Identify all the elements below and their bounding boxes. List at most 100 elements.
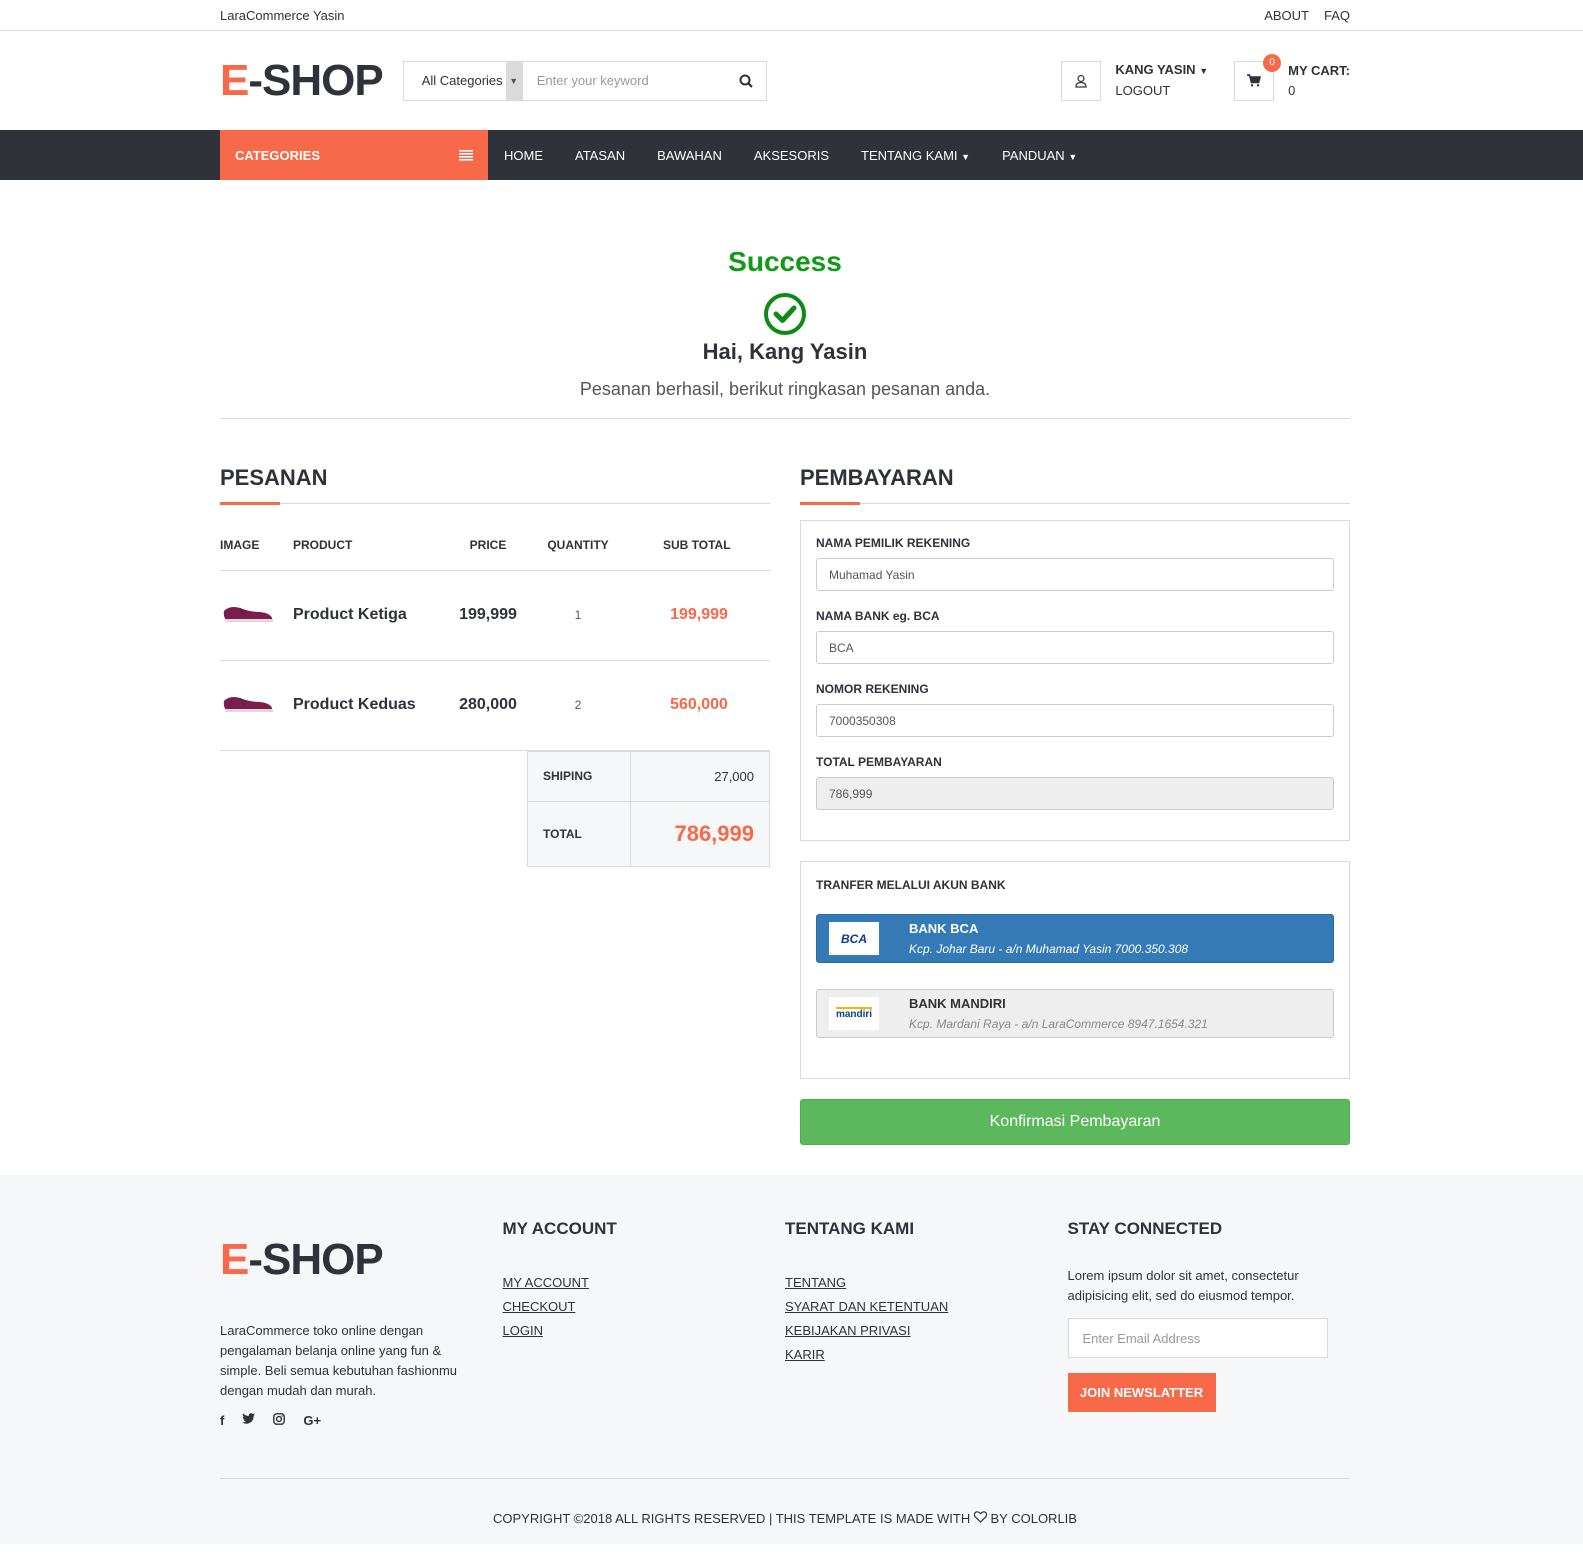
total-value: 786,999 — [674, 820, 754, 846]
social-links: f G+ — [220, 1413, 503, 1428]
search-input[interactable]: Enter your keyword — [521, 61, 726, 100]
search-button[interactable] — [726, 62, 766, 100]
bank-option-mandiri[interactable]: mandiri BANK MANDIRI Kcp. Mardani Raya -… — [816, 989, 1334, 1038]
newsletter-email-input[interactable]: Enter Email Address — [1067, 1318, 1328, 1358]
check-circle-icon — [764, 293, 806, 335]
product-image[interactable] — [220, 693, 274, 715]
copyright: COPYRIGHT ©2018 ALL RIGHTS RESERVED | TH… — [220, 1511, 1350, 1526]
header-right: KANG YASIN ▼ LOGOUT 0 MY CART: 0 — [1061, 53, 1350, 101]
logout-link[interactable]: LOGOUT — [1115, 81, 1208, 101]
bank-info: BANK MANDIRI Kcp. Mardani Raya - a/n Lar… — [909, 994, 1208, 1034]
account-dropdown[interactable]: KANG YASIN ▼ — [1115, 60, 1208, 81]
confirm-payment-button[interactable]: Konfirmasi Pembayaran — [800, 1099, 1350, 1145]
nav-tentang-kami[interactable]: TENTANG KAMI ▼ — [845, 148, 986, 163]
caret-down-icon: ▼ — [961, 151, 971, 162]
footer-stay-title: STAY CONNECTED — [1067, 1219, 1223, 1238]
nav-menu: HOME ATASAN BAWAHAN AKSESORIS TENTANG KA… — [488, 130, 1093, 180]
top-brand-text: LaraCommerce Yasin — [220, 7, 345, 23]
product-name[interactable]: Product Ketiga — [293, 570, 448, 661]
logo-rest: -SHOP — [248, 55, 383, 105]
search-icon — [739, 74, 753, 88]
footer-link-my-account[interactable]: MY ACCOUNT — [503, 1271, 786, 1295]
owner-label: NAMA PEMILIK REKENING — [816, 536, 971, 550]
nav-home[interactable]: HOME — [488, 148, 559, 163]
table-row: Product Keduas 280,000 2 560,000 — [220, 660, 770, 751]
account-number-field[interactable]: 7000350308 — [816, 704, 1334, 737]
footer-brand: E-SHOP LaraCommerce toko online dengan p… — [220, 1215, 503, 1428]
logo-rest: -SHOP — [248, 1235, 383, 1284]
twitter-icon[interactable] — [242, 1413, 256, 1424]
footer-description: LaraCommerce toko online dengan pengalam… — [220, 1323, 458, 1398]
categories-button[interactable]: CATEGORIES — [220, 130, 488, 180]
about-link[interactable]: ABOUT — [1264, 8, 1309, 23]
shipping-label: SHIPING — [528, 751, 631, 801]
search-bar: All Categories ▼ Enter your keyword — [402, 60, 767, 101]
footer-divider — [220, 1478, 1350, 1479]
footer-link-privasi[interactable]: KEBIJAKAN PRIVASI — [785, 1319, 1068, 1343]
bank-label: NAMA BANK eg. BCA — [816, 609, 940, 623]
cart-icon — [1247, 74, 1262, 87]
site-logo[interactable]: E-SHOP — [220, 55, 384, 106]
copyright-author[interactable]: BY COLORLIB — [991, 1511, 1077, 1526]
logo-e: E — [220, 55, 249, 105]
order-table: IMAGE PRODUCT PRICE QUANTITY SUB TOTAL P… — [220, 520, 770, 751]
category-select[interactable]: All Categories ▼ — [404, 61, 522, 100]
bank-option-bca[interactable]: BCA BANK BCA Kcp. Johar Baru - a/n Muham… — [816, 914, 1334, 963]
account-name: KANG YASIN — [1115, 62, 1196, 77]
logo-e: E — [220, 1235, 249, 1284]
bca-logo: BCA — [829, 922, 879, 955]
caret-down-icon: ▼ — [1068, 151, 1078, 162]
payment-title: PEMBAYARAN — [800, 465, 1350, 505]
order-title: PESANAN — [220, 465, 770, 505]
shipping-row: SHIPING 27,000 — [528, 750, 769, 801]
footer-my-account: MY ACCOUNT MY ACCOUNT CHECKOUT LOGIN — [503, 1215, 786, 1428]
google-plus-icon[interactable]: G+ — [303, 1413, 321, 1428]
transfer-title: TRANFER MELALUI AKUN BANK — [816, 878, 1006, 892]
product-subtotal: 199,999 — [628, 570, 770, 661]
owner-field[interactable]: Muhamad Yasin — [816, 558, 1334, 591]
success-title: Success — [728, 246, 842, 277]
total-payment-label: TOTAL PEMBAYARAN — [816, 755, 942, 769]
nav-tentang-kami-label: TENTANG KAMI — [861, 147, 958, 163]
account-button[interactable] — [1061, 60, 1102, 101]
success-section: Success Hai, Kang Yasin Pesanan berhasil… — [220, 180, 1350, 400]
join-newsletter-button[interactable]: JOIN NEWSLATTER — [1067, 1373, 1216, 1412]
caret-down-icon: ▼ — [1199, 66, 1209, 76]
footer-link-syarat[interactable]: SYARAT DAN KETENTUAN — [785, 1295, 1068, 1319]
bank-field[interactable]: BCA — [816, 631, 1334, 664]
col-subtotal: SUB TOTAL — [628, 520, 770, 571]
product-image[interactable] — [220, 603, 274, 625]
list-icon — [459, 149, 473, 161]
col-quantity: QUANTITY — [528, 520, 628, 571]
nav-aksesoris[interactable]: AKSESORIS — [738, 148, 845, 163]
top-header: LaraCommerce Yasin ABOUT FAQ — [0, 0, 1583, 31]
nav-panduan[interactable]: PANDUAN ▼ — [986, 148, 1093, 163]
footer-link-login[interactable]: LOGIN — [503, 1319, 786, 1343]
footer-logo[interactable]: E-SHOP — [220, 1235, 503, 1285]
total-row: TOTAL 786,999 — [528, 800, 769, 866]
chevron-down-icon: ▼ — [505, 61, 522, 100]
bca-logo-text: BCA — [841, 931, 867, 946]
footer-stay-text: Lorem ipsum dolor sit amet, consectetur … — [1067, 1268, 1299, 1303]
faq-link[interactable]: FAQ — [1324, 8, 1350, 23]
bank-name: BANK BCA — [909, 920, 979, 936]
total-label: TOTAL — [528, 801, 631, 866]
footer-link-karir[interactable]: KARIR — [785, 1343, 1068, 1367]
footer-link-checkout[interactable]: CHECKOUT — [503, 1295, 786, 1319]
bank-name: BANK MANDIRI — [909, 995, 1006, 1011]
nav-atasan[interactable]: ATASAN — [559, 148, 641, 163]
nav-bawahan[interactable]: BAWAHAN — [641, 148, 738, 163]
product-name[interactable]: Product Keduas — [293, 660, 448, 751]
facebook-icon[interactable]: f — [220, 1413, 224, 1428]
copyright-text: COPYRIGHT ©2018 ALL RIGHTS RESERVED | TH… — [493, 1511, 971, 1526]
instagram-icon[interactable] — [273, 1413, 286, 1425]
payment-form: NAMA PEMILIK REKENING Muhamad Yasin NAMA… — [800, 520, 1350, 841]
footer-columns: E-SHOP LaraCommerce toko online dengan p… — [220, 1175, 1350, 1428]
footer-link-tentang[interactable]: TENTANG — [785, 1271, 1068, 1295]
cart-info: MY CART: 0 — [1288, 61, 1350, 101]
cart[interactable]: 0 MY CART: 0 — [1234, 53, 1350, 101]
total-payment-field: 786,999 — [816, 777, 1334, 810]
bank-desc: Kcp. Mardani Raya - a/n LaraCommerce 894… — [909, 1016, 1208, 1031]
order-payment-sections: PESANAN IMAGE PRODUCT PRICE QUANTITY SUB… — [220, 465, 1350, 1145]
cart-button[interactable]: 0 — [1234, 53, 1282, 101]
